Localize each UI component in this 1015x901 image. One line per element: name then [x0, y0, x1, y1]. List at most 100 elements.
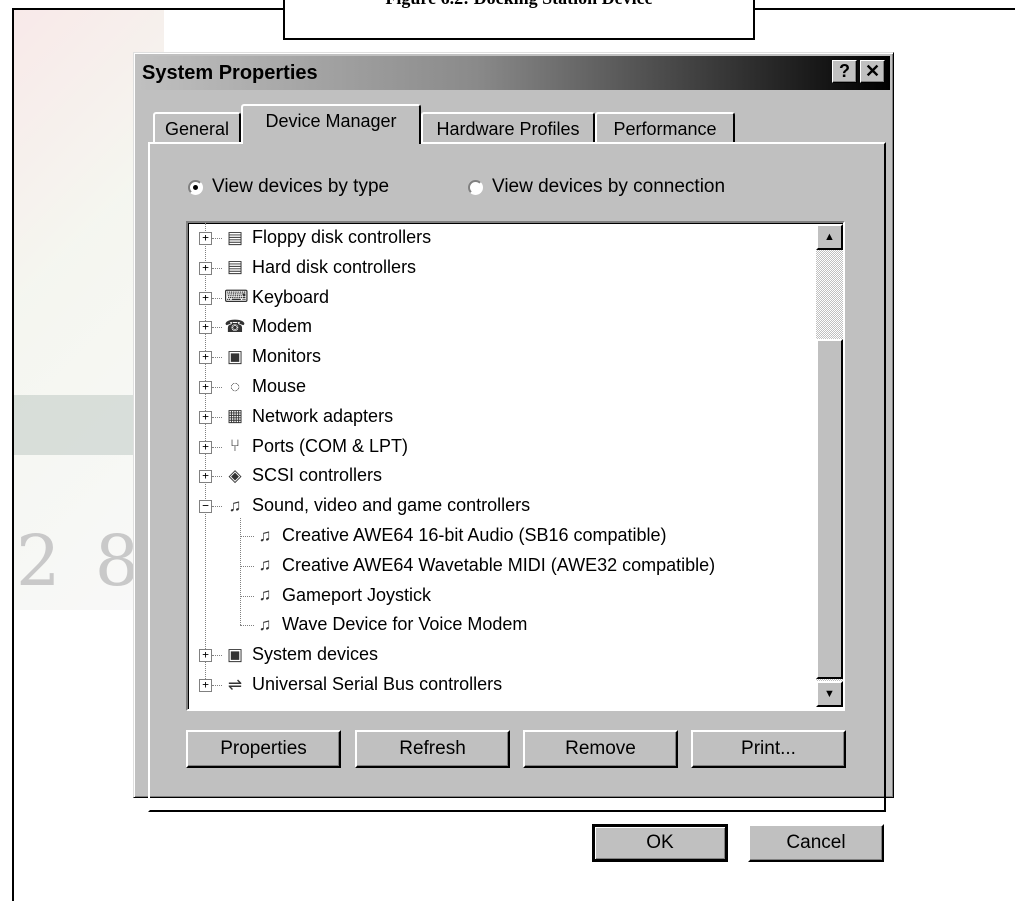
tree-item-label: Sound, video and game controllers: [252, 495, 531, 516]
tab-performance[interactable]: Performance: [595, 112, 735, 144]
tab-device-manager[interactable]: Device Manager: [241, 104, 421, 144]
expand-icon[interactable]: +: [199, 649, 212, 663]
title-bar[interactable]: System Properties ? ✕: [137, 56, 890, 90]
tree-connector: [212, 327, 222, 329]
usb-icon: ⇌: [227, 674, 243, 694]
keyboard-icon: ⌨: [224, 287, 249, 307]
tab-general[interactable]: General: [153, 112, 241, 144]
scroll-thumb[interactable]: [816, 339, 843, 679]
tree-item[interactable]: ▤ Floppy disk controllers: [224, 223, 431, 252]
figure-caption-box: Figure 6.2: Docking Station Device: [283, 0, 755, 40]
expand-icon[interactable]: +: [199, 381, 212, 394]
sound-device-icon: ♫: [258, 525, 272, 545]
sound-device-icon: ♫: [258, 585, 272, 605]
tree-item-label: System devices: [252, 644, 379, 665]
expand-icon[interactable]: +: [199, 470, 212, 484]
tree-connector: [240, 565, 254, 567]
scroll-down-button[interactable]: ▼: [816, 681, 843, 707]
radio-view-by-type[interactable]: View devices by type: [188, 176, 389, 198]
cancel-button[interactable]: Cancel: [748, 824, 884, 862]
expand-icon[interactable]: +: [199, 410, 212, 424]
collapse-icon[interactable]: −: [199, 500, 212, 514]
radio-view-by-connection-label: View devices by connection: [492, 176, 726, 197]
tree-connector: [240, 536, 254, 537]
expand-icon[interactable]: +: [199, 440, 212, 454]
system-devices-icon: ▣: [226, 644, 244, 664]
window-title: System Properties: [142, 62, 318, 84]
tree-connector: [212, 655, 222, 657]
print-button[interactable]: Print...: [691, 730, 846, 768]
radio-view-by-type-label: View devices by type: [212, 176, 390, 197]
tree-item-label: Monitors: [252, 346, 322, 367]
tree-child-item[interactable]: ♫ Wave Device for Voice Modem: [254, 610, 528, 639]
sound-device-icon: ♫: [258, 614, 272, 634]
tree-connector: [212, 238, 222, 239]
tree-connector: [212, 297, 222, 299]
tree-item-label: Modem: [252, 316, 313, 337]
tree-item[interactable]: ▤ Hard disk controllers: [224, 253, 416, 282]
radio-selected-indicator[interactable]: [188, 179, 203, 195]
vertical-scrollbar[interactable]: ▲ ▼: [816, 224, 843, 707]
tree-connector: [212, 476, 222, 478]
modem-icon: ☎: [224, 316, 246, 336]
tree-item-label: Keyboard: [252, 286, 330, 307]
properties-button[interactable]: Properties: [186, 730, 341, 768]
figure-caption: Figure 6.2: Docking Station Device: [285, 0, 753, 9]
expand-icon[interactable]: +: [199, 351, 212, 365]
tree-item[interactable]: ⇌ Universal Serial Bus controllers: [224, 670, 502, 699]
radio-unselected-indicator[interactable]: [468, 179, 483, 195]
tree-item-label: Network adapters: [252, 405, 394, 426]
tree-connector: [212, 387, 222, 388]
tab-hardware-profiles[interactable]: Hardware Profiles: [421, 112, 595, 144]
tree-item-label: Creative AWE64 Wavetable MIDI (AWE32 com…: [282, 554, 716, 575]
tree-item-label: Floppy disk controllers: [252, 227, 432, 247]
scsi-icon: ◈: [228, 465, 242, 485]
expand-icon[interactable]: +: [199, 261, 212, 275]
tree-item-label: Creative AWE64 16-bit Audio (SB16 compat…: [282, 525, 667, 545]
tree-item-label: Mouse: [252, 376, 307, 396]
tree-item[interactable]: ⑂ Ports (COM & LPT): [224, 432, 408, 461]
tree-item-label: Gameport Joystick: [282, 584, 432, 605]
tree-child-item[interactable]: ♫ Creative AWE64 16-bit Audio (SB16 compa…: [254, 521, 667, 550]
tree-item-label: Hard disk controllers: [252, 256, 417, 277]
tree-connector: [212, 267, 222, 269]
tree-item[interactable]: ▦ Network adapters: [224, 402, 393, 431]
network-adapter-icon: ▦: [226, 406, 244, 426]
sound-device-icon: ♫: [258, 555, 272, 575]
ok-button[interactable]: OK: [592, 824, 728, 862]
tree-item-label: Wave Device for Voice Modem: [282, 614, 528, 635]
expand-icon[interactable]: +: [199, 321, 212, 335]
expand-icon[interactable]: +: [199, 232, 212, 245]
background-faded-digits: 2 8: [16, 520, 146, 602]
tree-item[interactable]: ▣ Monitors: [224, 342, 321, 371]
tree-child-item[interactable]: ♫ Creative AWE64 Wavetable MIDI (AWE32 co…: [254, 551, 716, 580]
expand-icon[interactable]: +: [199, 291, 212, 305]
hard-disk-controller-icon: ▤: [226, 257, 244, 277]
radio-view-by-connection[interactable]: View devices by connection: [468, 176, 725, 198]
monitor-icon: ▣: [226, 346, 244, 366]
tree-item-label: SCSI controllers: [252, 465, 383, 486]
tree-item[interactable]: ◈ SCSI controllers: [224, 461, 382, 490]
remove-button[interactable]: Remove: [523, 730, 678, 768]
tree-connector: [212, 685, 222, 686]
refresh-button[interactable]: Refresh: [355, 730, 510, 768]
scroll-up-button[interactable]: ▲: [816, 224, 843, 250]
tree-item[interactable]: ☎ Modem: [224, 312, 312, 341]
mouse-icon: ◌: [229, 376, 241, 396]
help-button[interactable]: ?: [832, 60, 857, 83]
tree-item[interactable]: ◌ Mouse: [224, 372, 306, 401]
floppy-controller-icon: ▤: [226, 227, 244, 247]
expand-icon[interactable]: +: [199, 679, 212, 692]
close-button[interactable]: ✕: [860, 60, 885, 83]
tree-connector: [240, 518, 241, 626]
sound-video-game-icon: ♫: [228, 495, 242, 515]
tree-item[interactable]: ⌨ Keyboard: [224, 283, 329, 312]
device-tree[interactable]: ▤ Floppy disk controllers + ▤ Hard disk cont…: [186, 221, 845, 711]
tree-connector: [240, 595, 254, 597]
tree-connector: [240, 625, 254, 627]
tree-child-item[interactable]: ♫ Gameport Joystick: [254, 581, 431, 610]
tree-item[interactable]: ♫ Sound, video and game controllers: [224, 491, 531, 520]
tree-item[interactable]: ▣ System devices: [224, 640, 378, 669]
port-icon: ⑂: [229, 436, 241, 456]
tree-connector: [212, 506, 222, 508]
